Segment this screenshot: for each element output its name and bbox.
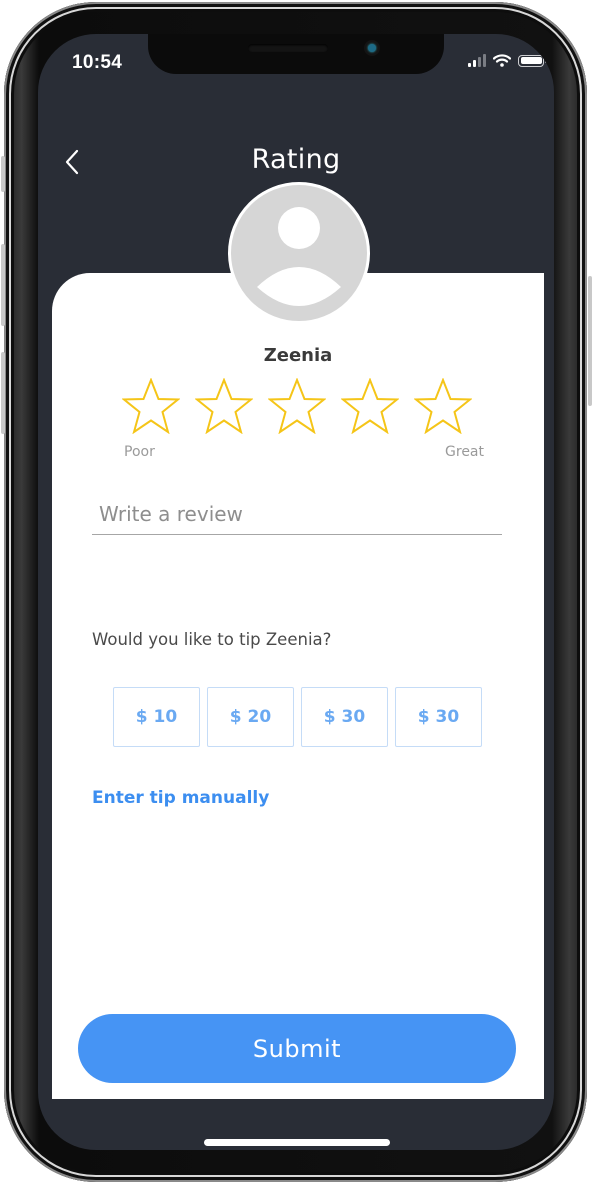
driver-name: Zeenia — [263, 345, 333, 366]
screen: 10:54 Rating Zeenia Poor Great Would you… — [38, 34, 554, 1150]
status-icons — [468, 54, 547, 67]
battery-icon — [518, 54, 547, 67]
tip-option-button[interactable]: $ 30 — [395, 687, 482, 747]
rating-high-label: Great — [445, 444, 484, 460]
wifi-icon — [493, 54, 511, 67]
volume-up-button — [1, 244, 5, 326]
tip-question: Would you like to tip Zeenia? — [92, 630, 332, 649]
camera-icon — [364, 40, 380, 56]
tip-options: $ 10 $ 20 $ 30 $ 30 — [113, 687, 482, 747]
mute-switch — [1, 156, 5, 192]
speaker — [248, 44, 328, 52]
tip-option-button[interactable]: $ 10 — [113, 687, 200, 747]
star-outline-icon[interactable] — [195, 378, 253, 434]
home-indicator[interactable] — [204, 1139, 390, 1146]
star-rating[interactable] — [122, 378, 472, 434]
enter-tip-manually-link[interactable]: Enter tip manually — [92, 788, 269, 808]
star-outline-icon[interactable] — [341, 378, 399, 434]
notch — [148, 34, 444, 74]
star-outline-icon[interactable] — [268, 378, 326, 434]
volume-down-button — [1, 352, 5, 434]
tip-option-button[interactable]: $ 20 — [207, 687, 294, 747]
rating-card: Zeenia Poor Great Would you like to tip … — [52, 273, 544, 1099]
status-time: 10:54 — [72, 52, 123, 73]
star-outline-icon[interactable] — [414, 378, 472, 434]
review-input[interactable] — [92, 499, 502, 535]
submit-button[interactable]: Submit — [78, 1014, 516, 1083]
avatar — [228, 182, 370, 324]
rating-low-label: Poor — [124, 444, 155, 460]
power-button — [588, 276, 592, 406]
cellular-signal-icon — [468, 54, 486, 67]
user-placeholder-icon — [257, 207, 341, 306]
tip-option-button[interactable]: $ 30 — [301, 687, 388, 747]
star-outline-icon[interactable] — [122, 378, 180, 434]
page-title: Rating — [251, 144, 341, 175]
